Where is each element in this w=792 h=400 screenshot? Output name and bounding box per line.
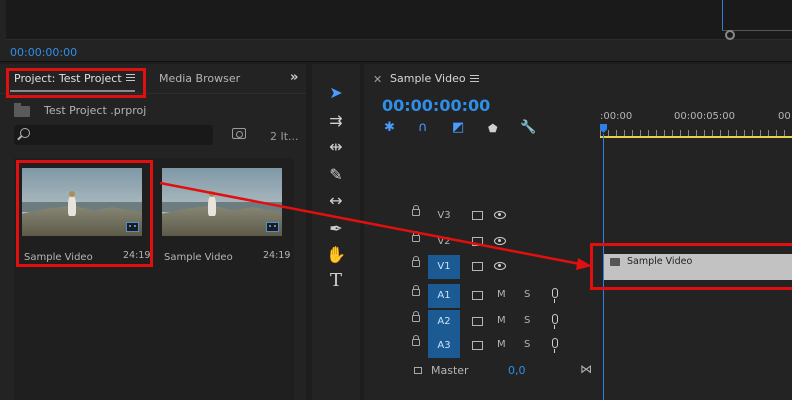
track-v1: V1	[364, 255, 600, 279]
close-icon[interactable]: ✕	[373, 73, 382, 86]
lock-icon[interactable]	[412, 335, 420, 346]
lock-icon[interactable]	[412, 205, 420, 216]
tab-media-browser[interactable]: Media Browser	[159, 72, 240, 85]
track-v3: V3	[364, 204, 600, 228]
mute-button[interactable]: M	[497, 339, 506, 350]
clip-thumbnail[interactable]	[162, 168, 282, 236]
track-a3: A3 M S	[364, 334, 600, 358]
snap-icon[interactable]: ∩	[418, 120, 428, 135]
sequence-tab[interactable]: Sample Video	[390, 72, 466, 85]
mute-button[interactable]: M	[497, 289, 506, 300]
solo-button[interactable]: S	[524, 339, 530, 350]
solo-button[interactable]: S	[524, 315, 530, 326]
razor-tool-icon[interactable]: ✎	[324, 164, 348, 186]
track-label[interactable]: A2	[428, 310, 460, 334]
add-marker-icon[interactable]: ⬟	[488, 122, 498, 135]
selection-tool-icon[interactable]: ➤	[324, 82, 348, 104]
sync-lock-icon[interactable]	[472, 341, 483, 350]
hand-tool-icon[interactable]: ✋	[324, 244, 348, 266]
monitor-playhead[interactable]	[722, 0, 723, 30]
lock-icon[interactable]	[412, 231, 420, 242]
eye-icon[interactable]	[494, 237, 506, 245]
master-label: Master	[431, 364, 469, 377]
track-label[interactable]: V1	[428, 255, 460, 279]
search-icon	[20, 128, 30, 138]
track-a2: A2 M S	[364, 310, 600, 334]
nest-toggle-icon[interactable]: ✱	[384, 120, 395, 135]
track-label[interactable]: V3	[428, 204, 460, 228]
solo-button[interactable]: S	[524, 289, 530, 300]
project-file-name: Test Project .prproj	[44, 104, 147, 117]
eye-icon[interactable]	[494, 211, 506, 219]
mic-icon[interactable]	[552, 338, 558, 353]
track-select-tool-icon[interactable]: ⇉	[324, 110, 348, 132]
lock-icon[interactable]	[414, 367, 422, 374]
sync-lock-icon[interactable]	[472, 291, 483, 300]
timeline-menu-icon[interactable]	[470, 75, 479, 84]
monitor-screen	[6, 0, 792, 40]
ripple-edit-tool-icon[interactable]: ⇹	[324, 136, 348, 158]
ruler-label: 00	[778, 111, 791, 122]
highlight-timeline-clip	[590, 243, 792, 290]
project-search-input[interactable]	[14, 125, 213, 145]
sync-lock-icon[interactable]	[472, 262, 483, 271]
slip-tool-icon[interactable]: ↔	[324, 190, 348, 212]
find-bin-icon[interactable]	[232, 128, 246, 139]
highlight-project-tab	[6, 68, 146, 98]
settings-wrench-icon[interactable]: 🔧	[520, 120, 536, 135]
sync-lock-icon[interactable]	[472, 211, 483, 220]
track-label[interactable]: A1	[428, 284, 460, 308]
track-v2: V2	[364, 230, 600, 254]
clip-tile[interactable]: Sample Video 24:19	[154, 160, 290, 268]
type-tool-icon[interactable]: T	[324, 270, 348, 292]
sync-lock-icon[interactable]	[472, 317, 483, 326]
master-volume-value[interactable]: 0,0	[508, 364, 526, 377]
ruler-label: 00:00:05:00	[674, 111, 736, 122]
lock-icon[interactable]	[412, 285, 420, 296]
tools-panel: ➤ ⇉ ⇹ ✎ ↔ ✒ ✋ T	[312, 64, 360, 400]
track-a1: A1 M S	[364, 284, 600, 308]
mic-icon[interactable]	[552, 288, 558, 303]
item-count: 2 It...	[270, 130, 299, 143]
time-ruler[interactable]: :00:00 00:00:05:00 00	[600, 104, 792, 140]
timeline-timecode[interactable]: 00:00:00:00	[382, 96, 490, 115]
highlight-clip	[16, 160, 153, 267]
monitor-timecode[interactable]: 00:00:00:00	[10, 46, 77, 59]
project-file-icon	[14, 103, 30, 117]
sync-lock-icon[interactable]	[472, 237, 483, 246]
work-area-bar[interactable]	[600, 136, 792, 138]
master-track: Master 0,0 ⋈	[412, 362, 652, 380]
clip-name: Sample Video	[164, 252, 233, 263]
eye-icon[interactable]	[494, 262, 506, 270]
monitor-zoom-handle[interactable]	[725, 30, 735, 40]
clip-duration: 24:19	[263, 250, 291, 261]
timeline-panel: ✕ Sample Video 00:00:00:00 ✱ ∩ ◩ ⬟ 🔧 :00…	[364, 64, 792, 400]
program-monitor: 00:00:00:00	[0, 0, 792, 62]
pen-tool-icon[interactable]: ✒	[324, 218, 348, 240]
track-label[interactable]: A3	[428, 334, 460, 358]
linked-selection-icon[interactable]: ◩	[452, 120, 464, 135]
more-panels-icon[interactable]: »	[290, 70, 298, 85]
ruler-label: :00:00	[600, 111, 633, 122]
track-label[interactable]: V2	[428, 230, 460, 254]
sequence-badge-icon	[266, 222, 279, 232]
mic-icon[interactable]	[552, 314, 558, 329]
go-to-end-icon[interactable]: ⋈	[580, 362, 592, 376]
mute-button[interactable]: M	[497, 315, 506, 326]
lock-icon[interactable]	[412, 311, 420, 322]
lock-icon[interactable]	[412, 256, 420, 267]
